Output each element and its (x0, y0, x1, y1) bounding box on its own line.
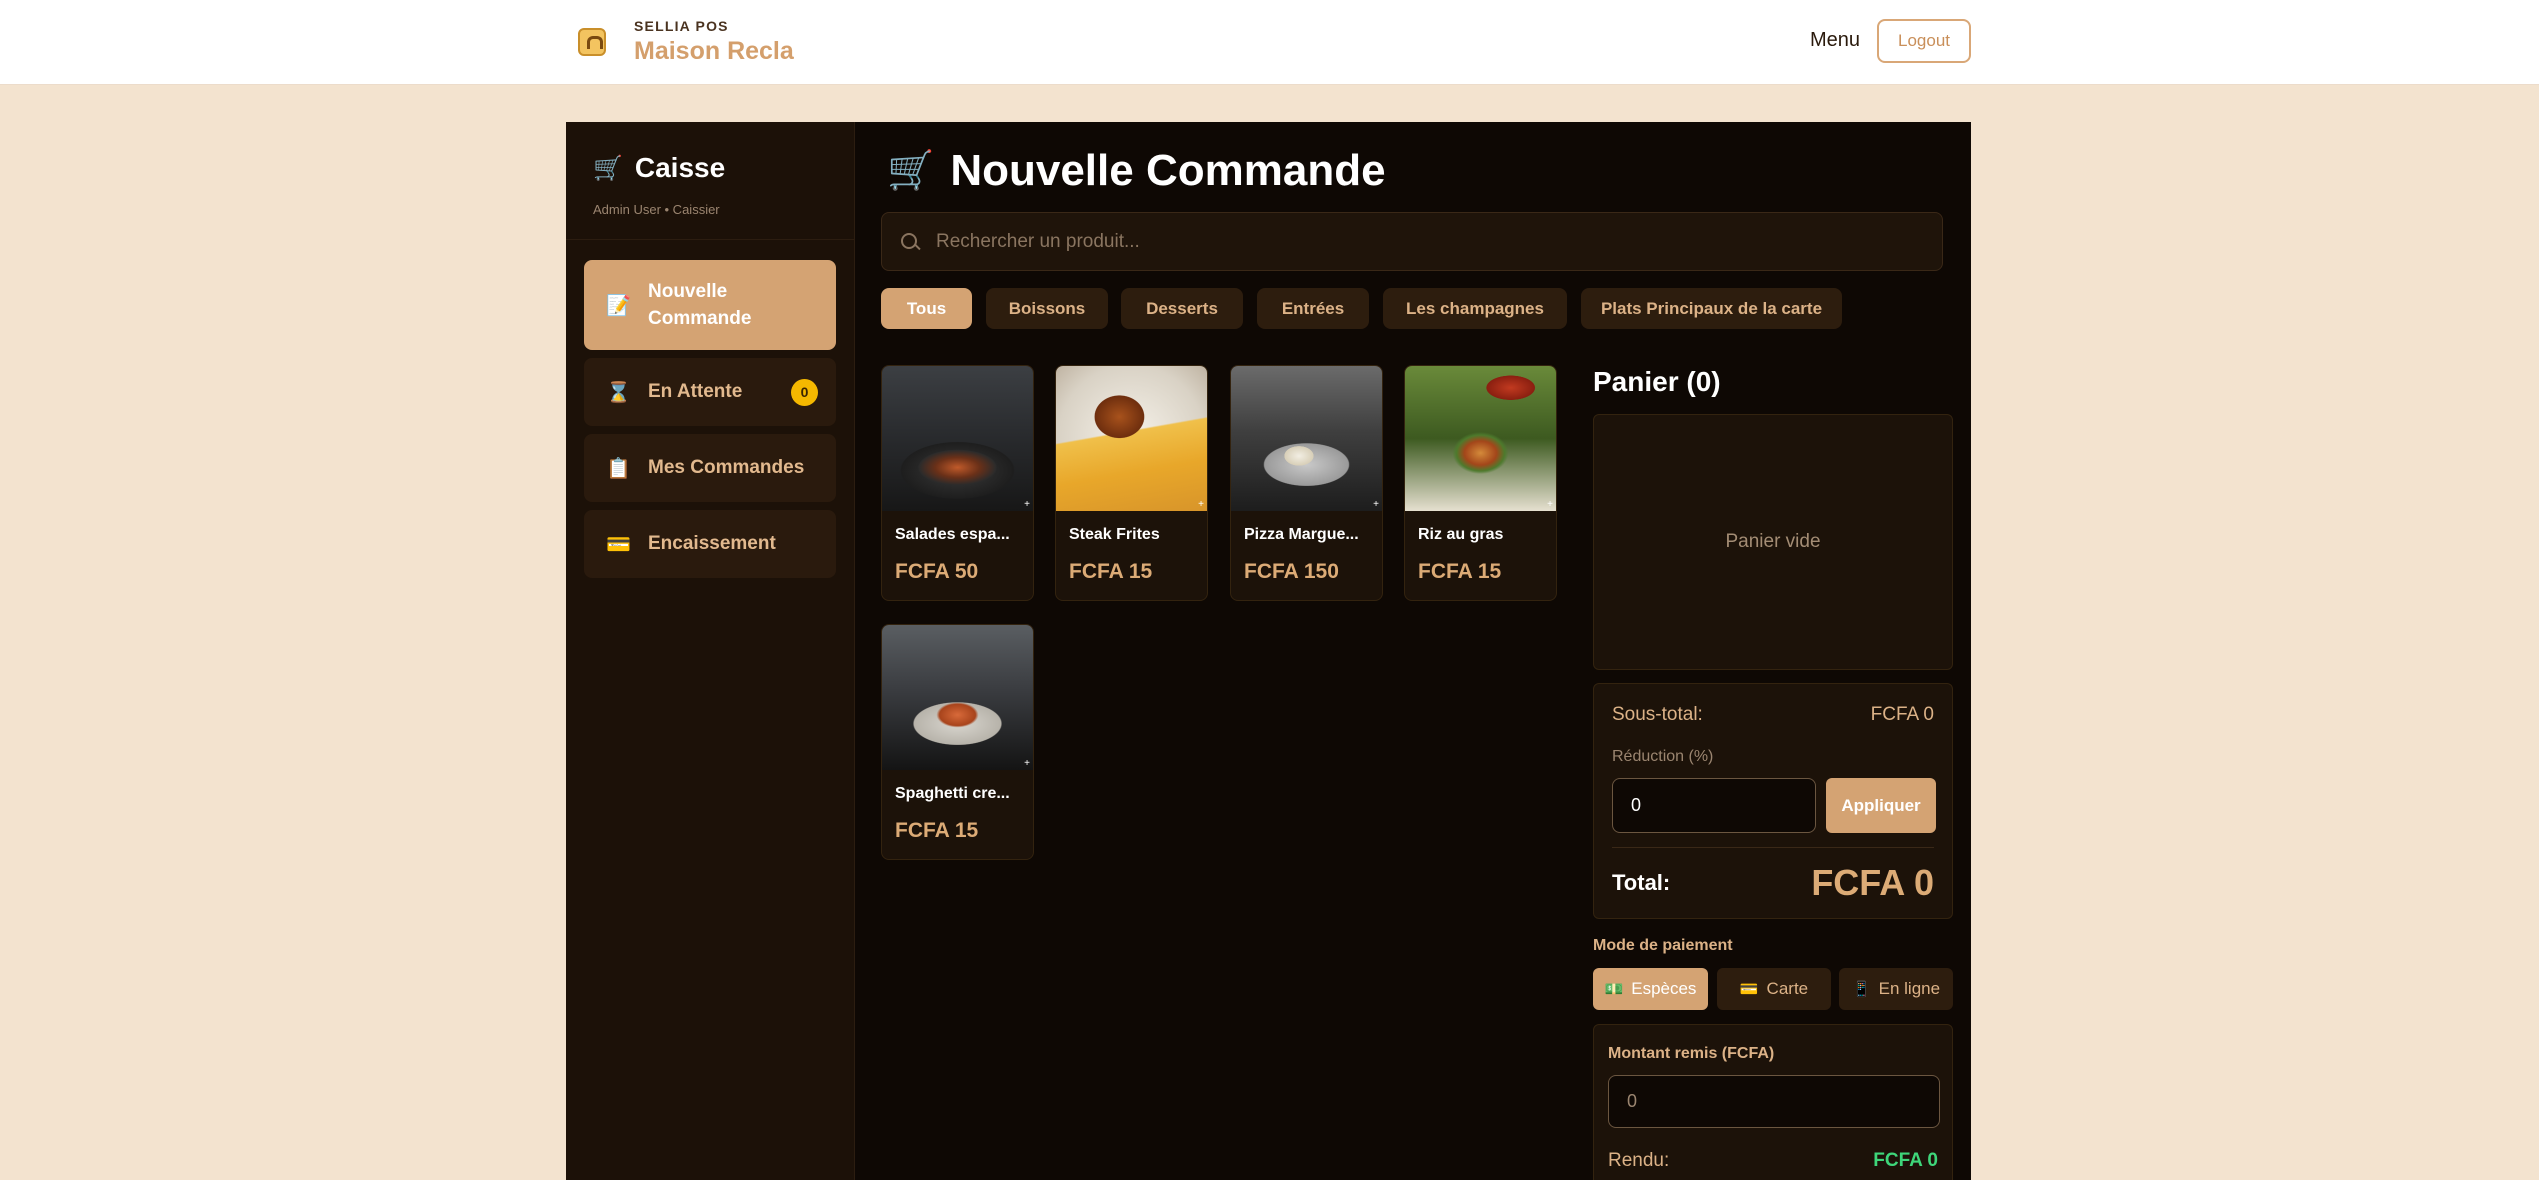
sidebar-item-label: Nouvelle Commande (648, 281, 752, 329)
category-champagnes[interactable]: Les champagnes (1383, 288, 1567, 329)
totals-panel: Sous-total: FCFA 0 Réduction (%) 0 Appli… (1593, 683, 1953, 919)
product-image: + (1405, 366, 1556, 511)
logout-button[interactable]: Logout (1877, 19, 1971, 63)
sidebar-item-en-attente[interactable]: ⌛ En Attente 0 (584, 358, 836, 426)
product-image: + (882, 366, 1033, 511)
category-desserts[interactable]: Desserts (1121, 288, 1243, 329)
total-label: Total: (1612, 870, 1671, 895)
discount-label: Réduction (%) (1612, 748, 1714, 765)
cart-items-list: Panier vide (1593, 414, 1953, 670)
product-name: Pizza Margue... (1244, 526, 1359, 543)
sidebar-user: Admin User • Caissier (593, 202, 720, 217)
edit-icon: 📝 (606, 294, 631, 317)
cart-title: Panier (0) (1593, 366, 1721, 397)
discount-input[interactable]: 0 (1612, 778, 1816, 833)
cash-icon: 💵 (1604, 981, 1624, 998)
payment-mode-title: Mode de paiement (1593, 937, 1733, 954)
brand-subtitle: SELLIA POS (634, 18, 729, 34)
credit-card-icon: 💳 (1739, 981, 1759, 998)
payment-card-button[interactable]: 💳 Carte (1717, 968, 1831, 1010)
clipboard-icon: 📋 (606, 457, 631, 480)
hourglass-icon: ⌛ (606, 381, 631, 404)
sidebar-item-nouvelle-commande[interactable]: 📝 Nouvelle Commande (584, 260, 836, 350)
product-image: + (1231, 366, 1382, 511)
category-entrees[interactable]: Entrées (1257, 288, 1369, 329)
product-name: Salades espa... (895, 526, 1010, 543)
sidebar-item-label: Mes Commandes (648, 457, 805, 478)
product-price: FCFA 15 (895, 819, 979, 842)
product-name: Riz au gras (1418, 526, 1504, 543)
cart-empty-text: Panier vide (1725, 531, 1821, 552)
product-card[interactable]: + Salades espa... FCFA 50 (881, 365, 1034, 601)
product-image: + (1056, 366, 1207, 511)
total-value: FCFA 0 (1811, 862, 1934, 903)
search-input[interactable] (936, 230, 1916, 253)
brand[interactable]: SELLIA POS Maison Recla (572, 18, 794, 66)
sidebar-title: Caisse (634, 152, 726, 183)
change-value: FCFA 0 (1873, 1150, 1938, 1171)
product-price: FCFA 15 (1069, 560, 1153, 583)
product-price: FCFA 15 (1418, 560, 1502, 583)
product-image: + (882, 625, 1033, 770)
sidebar-item-encaissement[interactable]: 💳 Encaissement (584, 510, 836, 578)
sidebar-item-label: En Attente (648, 381, 743, 402)
product-name: Steak Frites (1069, 526, 1160, 543)
subtotal-value: FCFA 0 (1870, 704, 1934, 725)
pending-count-badge: 0 (791, 378, 818, 406)
divider (1612, 847, 1934, 848)
cart-icon: 🛒 (887, 150, 935, 192)
cash-register-icon: 🛒 (593, 154, 623, 182)
product-card[interactable]: + Steak Frites FCFA 15 (1055, 365, 1208, 601)
payment-label: En ligne (1878, 979, 1941, 998)
payment-online-button[interactable]: 📱 En ligne (1839, 968, 1953, 1010)
sidebar-item-label: Encaissement (648, 533, 776, 554)
top-header: SELLIA POS Maison Recla Menu Logout (0, 0, 2539, 85)
category-tous[interactable]: Tous (881, 288, 972, 329)
brand-name: Maison Recla (634, 37, 794, 65)
search-bar[interactable] (881, 212, 1943, 271)
product-price: FCFA 150 (1244, 560, 1339, 583)
payment-label: Carte (1766, 979, 1809, 998)
sidebar: 🛒 Caisse Admin User • Caissier 📝 Nouvell… (566, 122, 855, 1180)
pos-app: 🛒 Caisse Admin User • Caissier 📝 Nouvell… (566, 122, 1971, 1180)
cash-amount-input[interactable]: 0 (1608, 1075, 1940, 1128)
category-plats-principaux[interactable]: Plats Principaux de la carte (1581, 288, 1842, 329)
product-card[interactable]: + Spaghetti cre... FCFA 15 (881, 624, 1034, 860)
cash-panel: Montant remis (FCFA) 0 Rendu: FCFA 0 (1593, 1024, 1953, 1180)
brand-logo (572, 22, 612, 62)
product-card[interactable]: + Riz au gras FCFA 15 (1404, 365, 1557, 601)
apply-discount-button[interactable]: Appliquer (1826, 778, 1936, 833)
category-boissons[interactable]: Boissons (986, 288, 1108, 329)
payment-cash-button[interactable]: 💵 Espèces (1593, 968, 1708, 1010)
product-name: Spaghetti cre... (895, 785, 1010, 802)
product-card[interactable]: + Pizza Margue... FCFA 150 (1230, 365, 1383, 601)
search-icon (900, 232, 920, 252)
page-title: 🛒 Nouvelle Commande (887, 146, 1386, 196)
credit-card-icon: 💳 (606, 533, 631, 556)
cash-amount-label: Montant remis (FCFA) (1608, 1045, 1775, 1062)
menu-link[interactable]: Menu (1810, 29, 1860, 52)
page-title-text: Nouvelle Commande (950, 146, 1386, 195)
phone-icon: 📱 (1851, 981, 1871, 998)
subtotal-label: Sous-total: (1612, 704, 1703, 725)
change-label: Rendu: (1608, 1150, 1670, 1171)
product-price: FCFA 50 (895, 560, 979, 583)
payment-label: Espèces (1631, 979, 1697, 998)
sidebar-item-mes-commandes[interactable]: 📋 Mes Commandes (584, 434, 836, 502)
main-content: 🛒 Nouvelle Commande Tous Boissons Desser… (855, 122, 1971, 1180)
